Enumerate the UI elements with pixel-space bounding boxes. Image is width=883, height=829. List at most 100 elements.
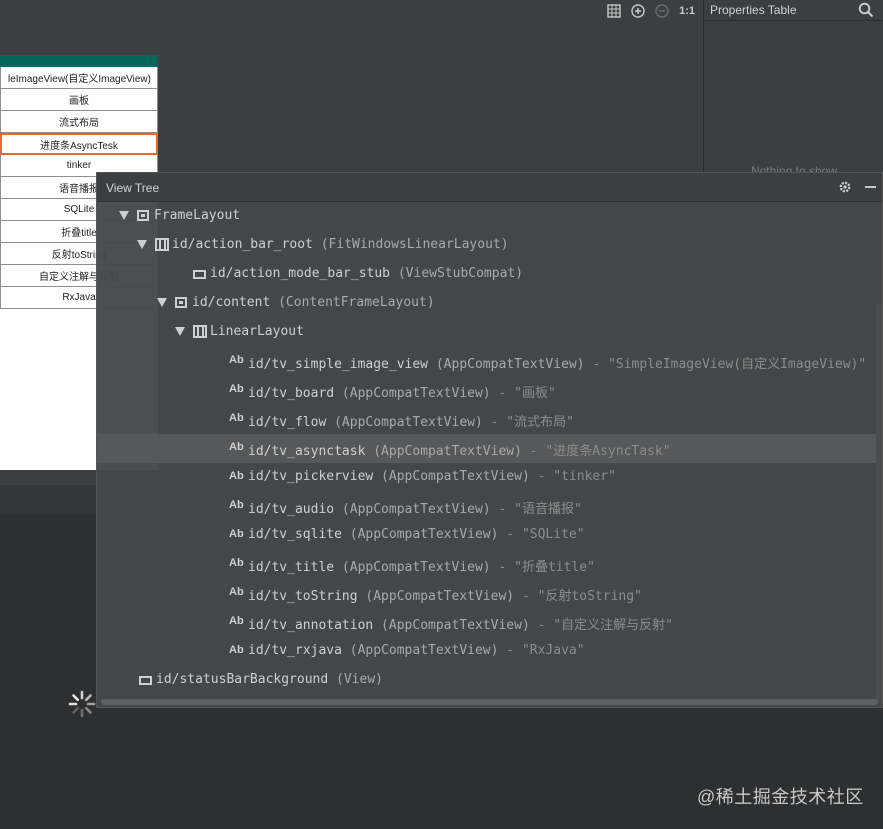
- properties-header: Properties Table: [704, 0, 883, 21]
- text-view-icon: Ab: [229, 383, 244, 395]
- view-id: id/statusBarBackground: [156, 672, 329, 687]
- view-id: id/tv_board: [248, 386, 335, 401]
- view-class: (AppCompatTextView): [357, 589, 515, 604]
- tree-row[interactable]: Ab id/tv_sqlite (AppCompatTextView) - "SQ…: [97, 521, 882, 550]
- actual-size-button[interactable]: 1:1: [679, 5, 695, 17]
- view-text: - "RxJava": [498, 643, 585, 658]
- tree-row-label: id/action_bar_root (FitWindowsLinearLayo…: [172, 237, 509, 252]
- tree-row[interactable]: Ab id/tv_audio (AppCompatTextView) - "语音播…: [97, 492, 882, 521]
- text-view-icon: Ab: [229, 470, 244, 482]
- zoom-in-icon[interactable]: [631, 4, 645, 18]
- view-class: (AppCompatTextView): [341, 643, 499, 658]
- tree-row[interactable]: Ab id/tv_board (AppCompatTextView) - "画板": [97, 376, 882, 405]
- view-tree-panel[interactable]: View Tree FrameLayout id/action_bar_root …: [96, 172, 883, 708]
- view-tree-header: View Tree: [97, 173, 882, 202]
- view-id: FrameLayout: [154, 208, 241, 223]
- view-text: - "进度条AsyncTask": [521, 444, 671, 459]
- properties-title: Properties Table: [710, 3, 797, 17]
- tree-row-label: FrameLayout: [154, 208, 240, 223]
- view-class: (FitWindowsLinearLayout): [312, 237, 509, 252]
- zoom-controls: 1:1: [607, 0, 695, 22]
- view-id: id/tv_flow: [248, 415, 327, 430]
- view-class: (AppCompatTextView): [373, 469, 530, 484]
- linear-layout-icon: [193, 325, 207, 338]
- text-view-icon: Ab: [229, 441, 244, 453]
- tree-row-label: id/tv_audio (AppCompatTextView) - "语音播报": [248, 498, 582, 517]
- text-view-icon: Ab: [229, 528, 244, 540]
- grid-icon[interactable]: [607, 4, 621, 18]
- tree-row-label: id/tv_title (AppCompatTextView) - "折叠tit…: [248, 556, 595, 575]
- tree-row-label: id/action_mode_bar_stub (ViewStubCompat): [210, 266, 523, 281]
- search-icon[interactable]: [858, 2, 874, 18]
- view-text: - "SimpleImageView(自定义ImageView)": [584, 357, 867, 372]
- tree-row-label: id/tv_board (AppCompatTextView) - "画板": [248, 382, 556, 401]
- tree-row-label: id/tv_rxjava (AppCompatTextView) - "RxJa…: [248, 643, 585, 658]
- tree-row[interactable]: FrameLayout: [97, 202, 882, 231]
- tree-row-label: id/tv_asynctask (AppCompatTextView) - "进…: [248, 440, 671, 459]
- view-icon: [139, 676, 152, 685]
- view-class: (ViewStubCompat): [390, 266, 524, 281]
- gear-icon[interactable]: [838, 180, 852, 194]
- vertical-scrollbar[interactable]: [876, 303, 882, 703]
- expand-arrow-icon[interactable]: [157, 298, 167, 307]
- preview-list-item[interactable]: 流式布局: [0, 111, 158, 133]
- tree-row[interactable]: LinearLayout: [97, 318, 882, 347]
- view-text: - "SQLite": [498, 527, 585, 542]
- tree-row-label: id/tv_sqlite (AppCompatTextView) - "SQLi…: [248, 527, 585, 542]
- expand-arrow-icon[interactable]: [175, 327, 185, 336]
- view-id: id/tv_simple_image_view: [248, 357, 429, 372]
- tree-row[interactable]: Ab id/tv_title (AppCompatTextView) - "折叠t…: [97, 550, 882, 579]
- tree-row-label: id/tv_pickerview (AppCompatTextView) - "…: [248, 469, 616, 484]
- view-class: (View): [328, 672, 383, 687]
- view-class: (AppCompatTextView): [334, 386, 491, 401]
- view-text: - "tinker": [529, 469, 616, 484]
- horizontal-scrollbar[interactable]: [101, 699, 878, 705]
- view-icon: [193, 270, 206, 279]
- preview-action-bar: [0, 55, 158, 67]
- loading-spinner-icon: [68, 690, 96, 718]
- tree-row[interactable]: Ab id/tv_asynctask (AppCompatTextView) - …: [97, 434, 882, 463]
- text-view-icon: Ab: [229, 615, 244, 627]
- view-class: (AppCompatTextView): [334, 560, 491, 575]
- tree-row-label: id/tv_annotation (AppCompatTextView) - "…: [248, 614, 673, 633]
- tree-row-label: id/statusBarBackground (View): [156, 672, 383, 687]
- text-view-icon: Ab: [229, 499, 244, 511]
- view-class: (AppCompatTextView): [373, 618, 530, 633]
- view-text: - "流式布局": [482, 415, 574, 430]
- tree-row[interactable]: Ab id/tv_pickerview (AppCompatTextView) -…: [97, 463, 882, 492]
- view-id: LinearLayout: [210, 324, 304, 339]
- view-id: id/content: [192, 295, 271, 310]
- preview-list-item[interactable]: 进度条AsyncTesk: [0, 133, 158, 155]
- tree-row[interactable]: Ab id/tv_simple_image_view (AppCompatText…: [97, 347, 882, 376]
- tree-row[interactable]: id/action_bar_root (FitWindowsLinearLayo…: [97, 231, 882, 260]
- frame-layout-icon: [175, 297, 187, 308]
- expand-arrow-icon[interactable]: [119, 211, 129, 220]
- tree-row[interactable]: id/statusBarBackground (View): [97, 666, 882, 695]
- view-text: - "自定义注解与反射": [529, 618, 673, 633]
- tree-row-label: id/content (ContentFrameLayout): [192, 295, 435, 310]
- tree-row[interactable]: Ab id/tv_rxjava (AppCompatTextView) - "Rx…: [97, 637, 882, 666]
- view-text: - "折叠title": [490, 560, 595, 575]
- tree-row-label: id/tv_toString (AppCompatTextView) - "反射…: [248, 585, 642, 604]
- preview-list-item[interactable]: leImageView(自定义ImageView): [0, 67, 158, 89]
- view-class: (AppCompatTextView): [326, 415, 483, 430]
- text-view-icon: Ab: [229, 644, 244, 656]
- text-view-icon: Ab: [229, 412, 244, 424]
- tree-row[interactable]: Ab id/tv_flow (AppCompatTextView) - "流式布局…: [97, 405, 882, 434]
- view-class: (ContentFrameLayout): [270, 295, 435, 310]
- zoom-out-icon[interactable]: [655, 4, 669, 18]
- tree-row[interactable]: id/action_mode_bar_stub (ViewStubCompat): [97, 260, 882, 289]
- view-text: - "画板": [490, 386, 556, 401]
- view-class: (AppCompatTextView): [334, 502, 491, 517]
- minimize-icon[interactable]: [865, 186, 876, 188]
- tree-row[interactable]: Ab id/tv_annotation (AppCompatTextView) -…: [97, 608, 882, 637]
- tree-row-label: LinearLayout: [210, 324, 304, 339]
- view-id: id/tv_asynctask: [248, 444, 366, 459]
- tree-row[interactable]: Ab id/tv_toString (AppCompatTextView) - "…: [97, 579, 882, 608]
- tree-row-label: id/tv_simple_image_view (AppCompatTextVi…: [248, 353, 866, 372]
- text-view-icon: Ab: [229, 354, 244, 366]
- view-id: id/tv_audio: [248, 502, 335, 517]
- preview-list-item[interactable]: 画板: [0, 89, 158, 111]
- tree-row[interactable]: id/content (ContentFrameLayout): [97, 289, 882, 318]
- expand-arrow-icon[interactable]: [137, 240, 147, 249]
